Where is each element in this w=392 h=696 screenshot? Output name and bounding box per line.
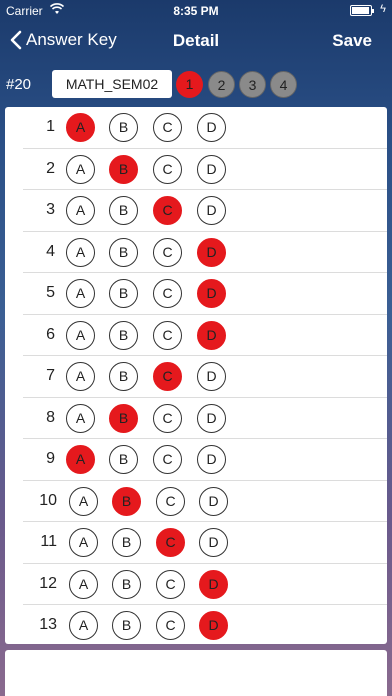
page-button-4[interactable]: 4 [270,71,297,98]
question-row: 3ABCD [5,190,387,232]
option-d-button[interactable]: D [197,279,226,308]
status-bar: Carrier 8:35 PM ϟ [0,0,392,20]
option-c-button[interactable]: C [156,569,185,599]
option-d-button[interactable]: D [197,445,226,474]
question-row: 11 A B C D [5,522,387,564]
option-a-button[interactable]: A [66,403,95,433]
option-b-button[interactable]: B [109,320,138,350]
option-c-button[interactable]: C [156,486,185,516]
option-b-button[interactable]: B [112,486,141,516]
save-button[interactable]: Save [332,31,372,51]
option-b-button[interactable]: B [109,445,138,474]
option-d-button[interactable]: D [199,486,228,516]
question-row: 8ABCD [5,398,387,440]
option-c-button[interactable]: C [156,528,185,557]
option-b-button[interactable]: B [112,569,141,599]
exam-name-field[interactable]: MATH_SEM02 [52,70,172,98]
option-c-button[interactable]: C [153,196,182,225]
option-b-button[interactable]: B [112,528,141,557]
question-row: 9ABCD [5,439,387,481]
option-a-button[interactable]: A [66,362,95,391]
question-number: 5 [46,284,55,301]
answer-list[interactable]: 1ABCD2ABCD3ABCD4ABCD5ABCD6ABCD7ABCD8ABCD… [5,107,387,644]
question-number: 9 [46,450,55,467]
question-number: 2 [46,159,55,177]
option-c-button[interactable]: C [153,320,182,350]
option-b-button[interactable]: B [109,154,138,184]
option-d-button[interactable]: D [197,362,226,391]
option-c-button[interactable]: C [153,445,182,474]
option-c-button[interactable]: C [153,403,182,433]
option-a-button[interactable]: A [66,113,95,142]
navigation-bar: Answer Key Detail Save [0,20,392,62]
question-number: 13 [39,616,57,633]
option-d-button[interactable]: D [197,113,226,142]
option-c-button[interactable]: C [153,237,182,267]
option-d-button[interactable]: D [197,320,226,350]
question-row: 12 A B C D [5,564,387,606]
option-a-button[interactable]: A [69,486,98,516]
option-b-button[interactable]: B [109,279,138,308]
option-a-button[interactable]: A [66,237,95,267]
option-c-button[interactable]: C [153,113,182,142]
question-row: 10 A B C D [5,481,387,523]
option-a-button[interactable]: A [66,196,95,225]
question-number: 8 [46,408,55,426]
option-d-button[interactable]: D [199,611,228,640]
question-row: 4ABCD [5,232,387,274]
option-a-button[interactable]: A [66,154,95,184]
charging-icon: ϟ [380,3,386,15]
question-row: 5ABCD [5,273,387,315]
battery-icon [350,5,374,16]
question-number: 12 [39,574,57,592]
option-d-button[interactable]: D [197,403,226,433]
page-button-1[interactable]: 1 [176,71,203,98]
option-c-button[interactable]: C [153,362,182,391]
answer-key-header: #20 MATH_SEM02 1234 [0,70,392,100]
question-number: 4 [46,242,55,260]
question-row: 2ABCD [5,149,387,191]
page-button-2[interactable]: 2 [208,71,235,98]
option-a-button[interactable]: A [66,320,95,350]
option-d-button[interactable]: D [199,528,228,557]
option-b-button[interactable]: B [109,196,138,225]
option-d-button[interactable]: D [197,237,226,267]
status-time: 8:35 PM [173,4,219,18]
option-b-button[interactable]: B [109,113,138,142]
bottom-panel [5,650,387,696]
option-b-button[interactable]: B [109,362,138,391]
option-d-button[interactable]: D [197,154,226,184]
question-row: 13 A B C D [5,605,387,644]
option-c-button[interactable]: C [153,279,182,308]
option-b-button[interactable]: B [112,611,141,640]
question-number: 6 [46,325,55,343]
option-a-button[interactable]: A [66,445,95,474]
question-number: 7 [46,367,55,384]
question-row: 7ABCD [5,356,387,398]
option-c-button[interactable]: C [153,154,182,184]
key-number: #20 [6,76,32,93]
option-a-button[interactable]: A [69,528,98,557]
option-a-button[interactable]: A [66,279,95,308]
question-number: 1 [46,118,55,135]
question-row: 1ABCD [5,107,387,149]
option-d-button[interactable]: D [197,196,226,225]
option-b-button[interactable]: B [109,237,138,267]
option-c-button[interactable]: C [156,611,185,640]
option-d-button[interactable]: D [199,569,228,599]
question-number: 11 [40,533,57,550]
option-a-button[interactable]: A [69,611,98,640]
page-button-3[interactable]: 3 [239,71,266,98]
question-row: 6ABCD [5,315,387,357]
option-a-button[interactable]: A [69,569,98,599]
option-b-button[interactable]: B [109,403,138,433]
question-number: 10 [39,491,57,509]
question-number: 3 [46,201,55,218]
